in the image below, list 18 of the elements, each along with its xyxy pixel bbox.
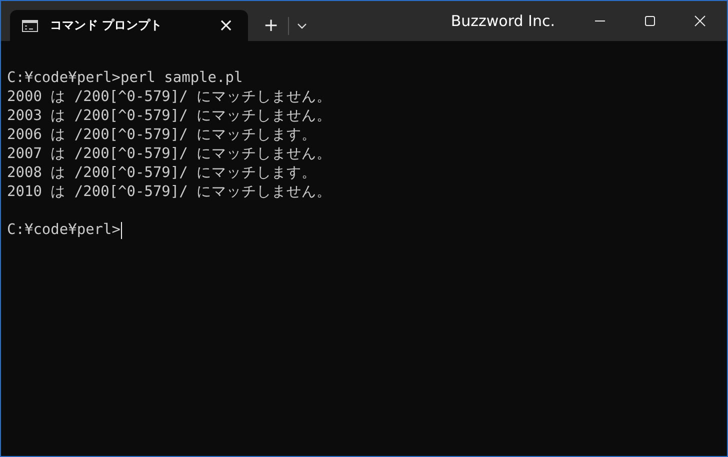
tab-close-button[interactable]: × <box>212 12 240 38</box>
new-tab-button[interactable]: + <box>254 10 288 41</box>
terminal-icon <box>22 20 38 32</box>
close-icon <box>694 15 706 27</box>
output-line: 2008 は /200[^0-579]/ にマッチします。 <box>7 164 317 183</box>
text-cursor <box>120 222 122 239</box>
output-line: 2007 は /200[^0-579]/ にマッチしません。 <box>7 145 332 164</box>
window-title: Buzzword Inc. <box>450 12 555 30</box>
command-line: C:¥code¥perl>perl sample.pl <box>7 69 243 88</box>
prompt-line: C:¥code¥perl> <box>7 221 120 240</box>
chevron-down-icon <box>297 22 307 28</box>
tab-title: コマンド プロンプト <box>50 17 164 34</box>
output-line: 2003 は /200[^0-579]/ にマッチしません。 <box>7 107 332 126</box>
maximize-icon <box>644 15 656 27</box>
tab[interactable]: コマンド プロンプト × <box>10 10 248 41</box>
output-line: 2010 は /200[^0-579]/ にマッチしません。 <box>7 183 332 202</box>
output-line: 2000 は /200[^0-579]/ にマッチしません。 <box>7 88 332 107</box>
output-line: 2006 は /200[^0-579]/ にマッチします。 <box>7 126 317 145</box>
